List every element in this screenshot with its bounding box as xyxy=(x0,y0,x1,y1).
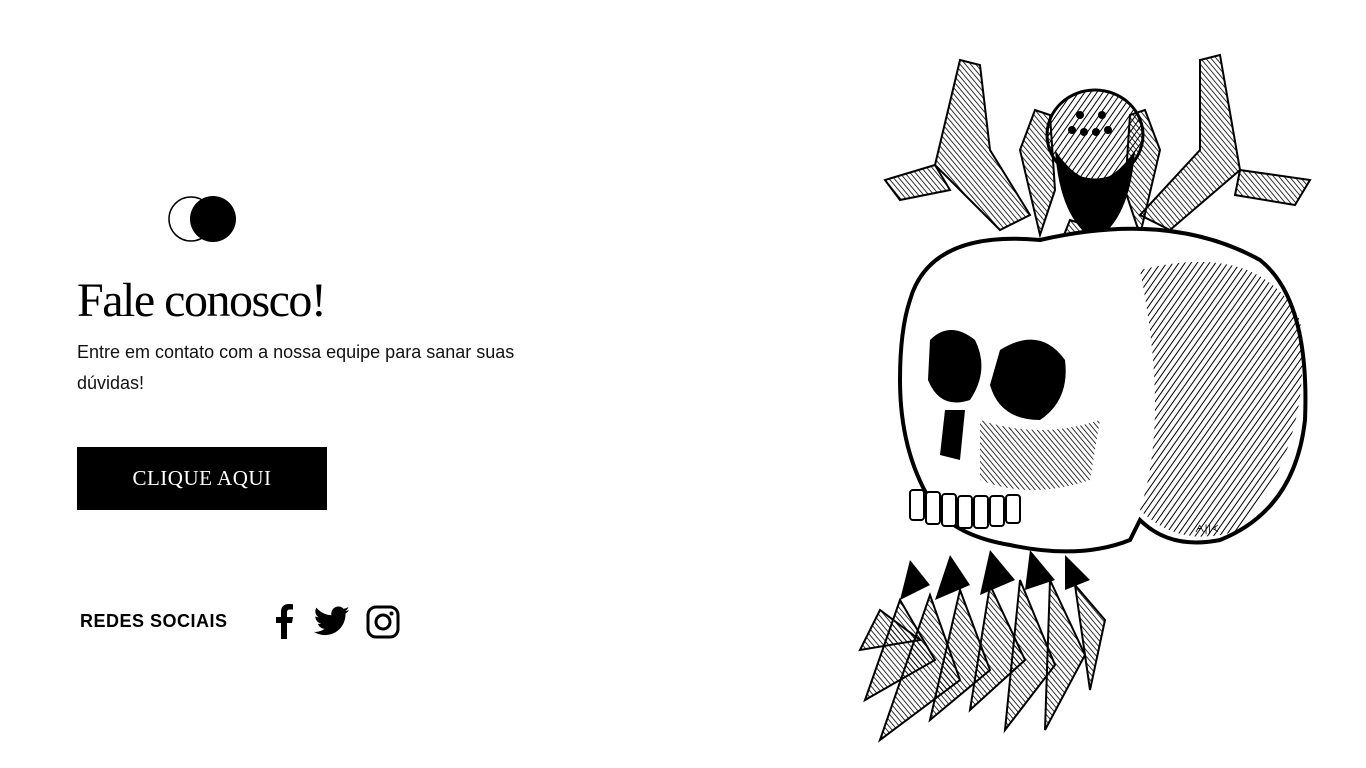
svg-text:ᗅ||ᗉ: ᗅ||ᗉ xyxy=(1195,524,1218,535)
overlapping-circles-logo-icon xyxy=(168,196,236,242)
skull-with-spider-illustration-icon: ᗅ||ᗉ xyxy=(858,53,1312,743)
social-label: REDES SOCIAIS xyxy=(80,611,228,631)
contact-description: Entre em contato com a nossa equipe para… xyxy=(77,342,515,393)
twitter-link[interactable] xyxy=(313,603,351,639)
skull-with-spider-illustration: ᗅ||ᗉ xyxy=(840,40,1340,750)
facebook-link[interactable] xyxy=(270,602,300,640)
instagram-icon xyxy=(366,605,400,639)
contact-cta-button[interactable]: CLIQUE AQUI xyxy=(77,447,327,510)
facebook-icon xyxy=(276,604,293,639)
brand-logo[interactable] xyxy=(167,194,239,244)
twitter-icon xyxy=(313,606,350,636)
instagram-link[interactable] xyxy=(365,604,401,640)
page-title: Fale conosco! xyxy=(77,274,327,327)
